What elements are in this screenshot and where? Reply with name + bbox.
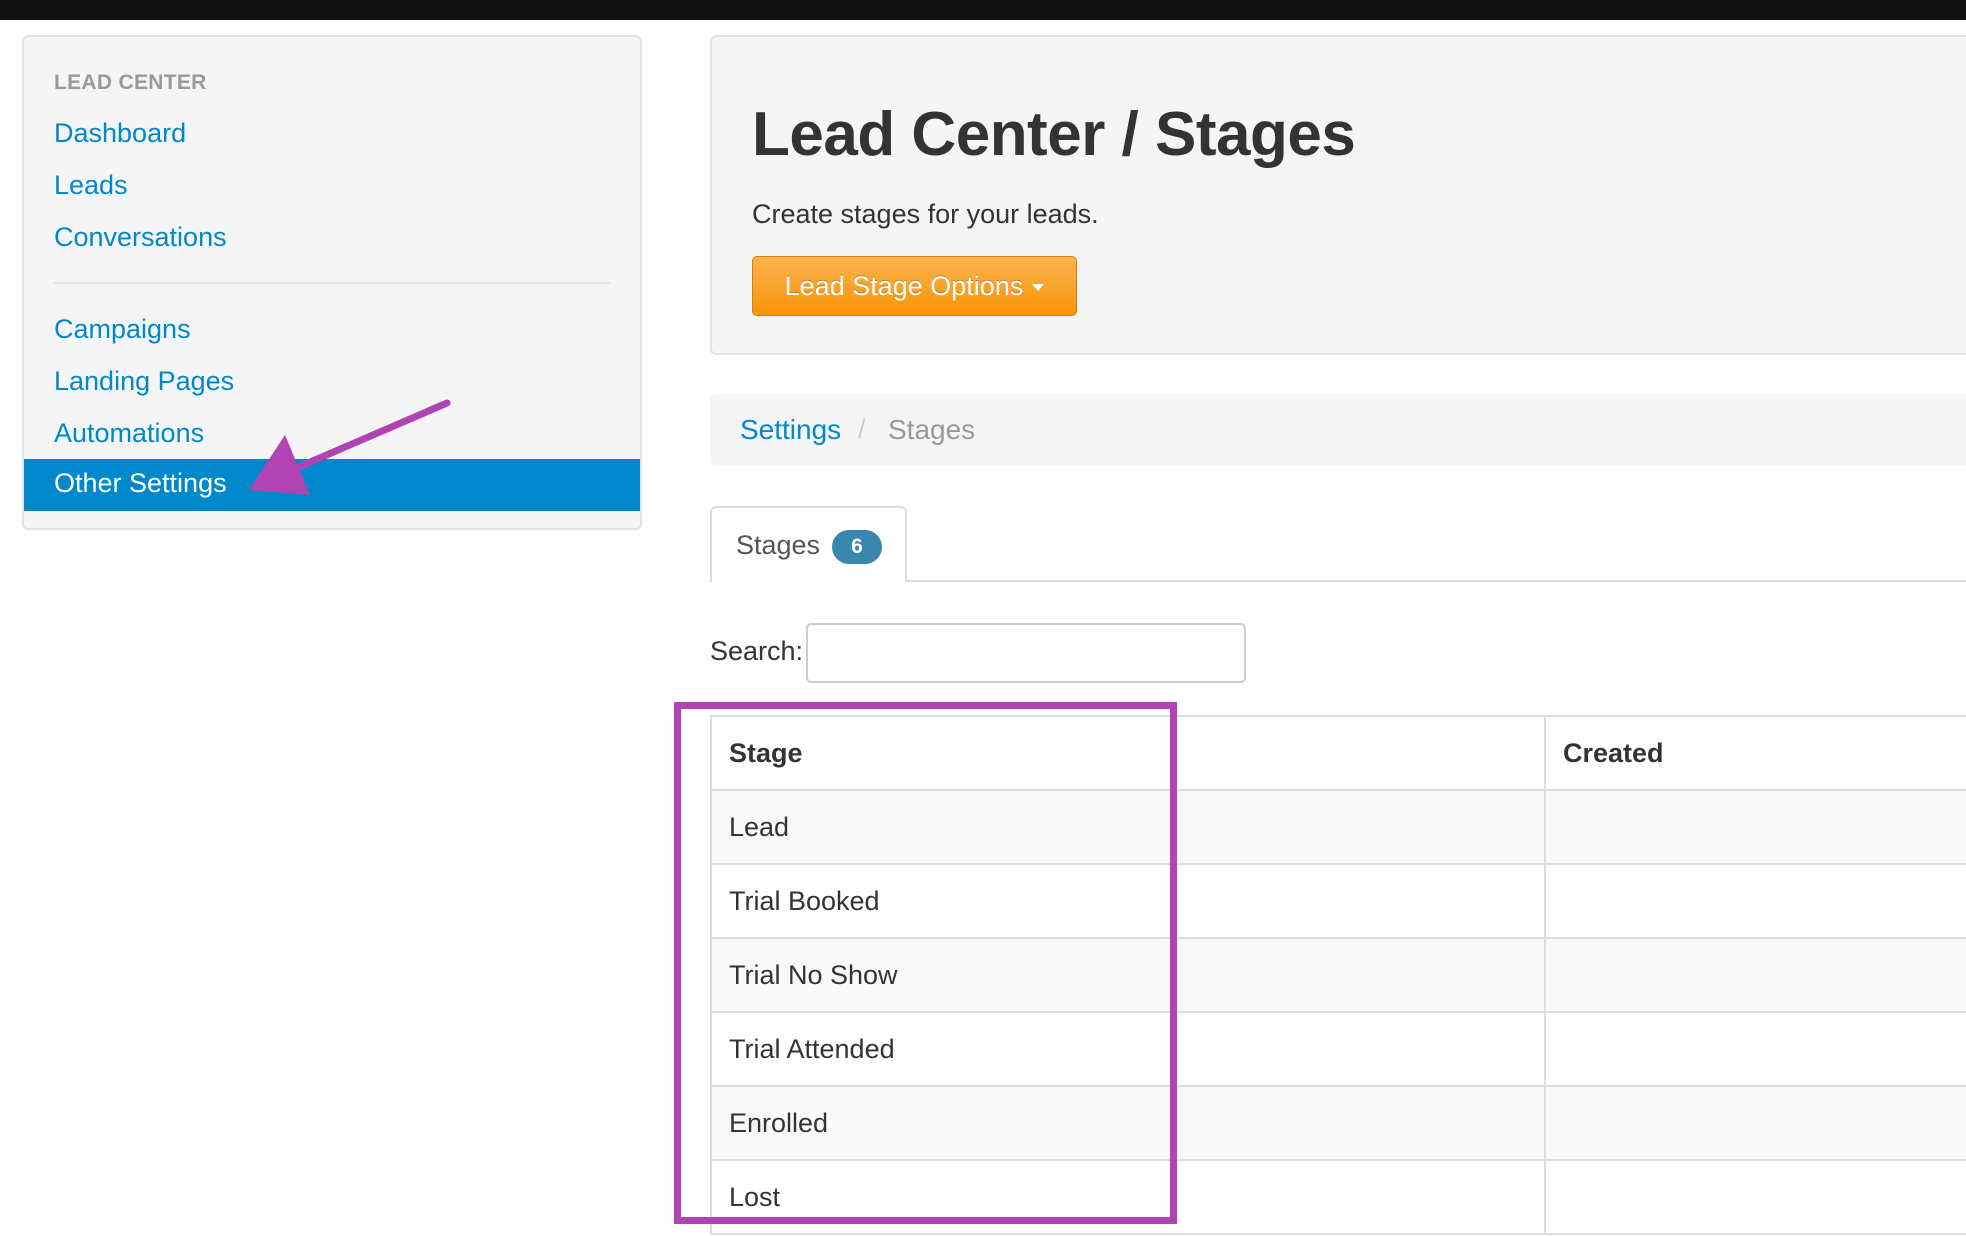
created-cell [1544,938,1966,1013]
stage-name-cell: Lead [711,790,1545,865]
created-cell [1544,864,1966,939]
tab-stages[interactable]: Stages 6 [710,506,907,582]
sidebar-divider [54,282,610,284]
breadcrumb-current: Stages [888,414,976,445]
table-header-row: Stage Created [711,716,1966,791]
stage-name-cell: Trial Booked [711,864,1545,939]
stage-name-cell: Lost [711,1160,1545,1235]
stage-name-cell: Trial Attended [711,1012,1545,1087]
stages-table: Stage Created Lead Trial Booked Trial No… [710,715,1966,1235]
tab-label: Stages [736,530,821,560]
created-cell [1544,1160,1966,1235]
top-bar [0,0,1966,20]
table-row[interactable]: Trial No Show [711,938,1966,1013]
sidebar-header: LEAD CENTER [54,71,207,94]
table-row[interactable]: Enrolled [711,1086,1966,1161]
created-cell [1544,1012,1966,1087]
sidebar-item-dashboard[interactable]: Dashboard [54,118,186,149]
sidebar-item-label: Other Settings [54,468,227,498]
page-subtitle: Create stages for your leads. [752,199,1099,229]
table-row[interactable]: Lead [711,790,1966,865]
caret-down-icon [1032,283,1045,291]
stage-name-cell: Enrolled [711,1086,1545,1161]
button-label: Lead Stage Options [784,270,1024,301]
created-cell [1544,1086,1966,1161]
count-badge: 6 [832,530,882,564]
breadcrumb: Settings / Stages [710,394,1966,466]
sidebar-item-landing-pages[interactable]: Landing Pages [54,366,234,397]
table-row[interactable]: Lost [711,1160,1966,1235]
column-header-stage[interactable]: Stage [711,716,1545,791]
table-row[interactable]: Trial Booked [711,864,1966,939]
stage-name-cell: Trial No Show [711,938,1545,1013]
table-row[interactable]: Trial Attended [711,1012,1966,1087]
search-label: Search: [710,636,804,666]
lead-stage-options-button[interactable]: Lead Stage Options [752,256,1077,316]
sidebar-item-automations[interactable]: Automations [54,418,204,449]
sidebar-item-campaigns[interactable]: Campaigns [54,314,191,345]
page-title: Lead Center / Stages [752,100,1356,169]
sidebar-item-conversations[interactable]: Conversations [54,222,227,253]
column-header-created[interactable]: Created [1544,716,1966,791]
page-header: Lead Center / Stages Create stages for y… [710,35,1966,355]
sidebar-item-leads[interactable]: Leads [54,170,128,201]
breadcrumb-settings-link[interactable]: Settings [740,414,841,446]
annotation-arrow [249,399,451,495]
search-input[interactable] [806,623,1246,683]
created-cell [1544,790,1966,865]
breadcrumb-separator: / [858,414,866,444]
